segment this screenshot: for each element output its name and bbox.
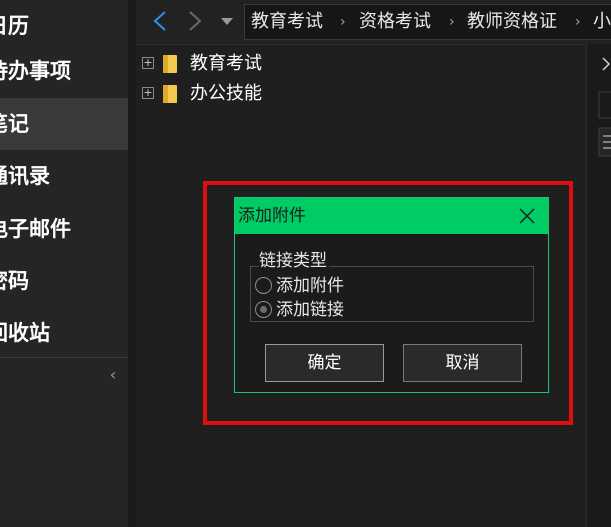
radio-button[interactable]	[255, 301, 272, 318]
sidebar-item-notes[interactable]: 笔记	[0, 98, 128, 150]
radio-label: 添加附件	[276, 276, 344, 296]
sidebar-item-passwords[interactable]: 密码	[0, 255, 128, 307]
sidebar-item-todo[interactable]: 待办事项	[0, 45, 128, 97]
arrow-right-icon	[189, 11, 202, 31]
sidebar-item-label: 笔记	[0, 112, 29, 136]
chevron-right-icon: ›	[449, 14, 455, 30]
expand-icon[interactable]: +	[142, 87, 154, 99]
navigation-bar: 教育考试 › 资格考试 › 教师资格证 › 小	[136, 0, 611, 45]
sidebar: 日历 待办事项 笔记 通讯录 电子邮件 密码 回收站 ‹	[0, 0, 128, 527]
back-button[interactable]	[148, 8, 174, 34]
breadcrumb-item[interactable]: 教育考试	[251, 5, 323, 39]
expand-icon[interactable]: +	[142, 57, 154, 69]
sidebar-item-label: 电子邮件	[0, 217, 71, 241]
link-type-group-label: 链接类型	[259, 250, 329, 272]
sidebar-item-email[interactable]: 电子邮件	[0, 203, 128, 255]
close-icon	[519, 208, 535, 224]
breadcrumb-item[interactable]: 教师资格证	[467, 5, 557, 39]
radio-selected-dot	[260, 306, 267, 313]
sidebar-item-contacts[interactable]: 通讯录	[0, 150, 128, 202]
tree-item-label: 办公技能	[190, 83, 262, 104]
sidebar-divider	[0, 357, 128, 358]
caret-down-icon	[221, 18, 233, 25]
sidebar-item-label: 密码	[0, 269, 29, 293]
breadcrumb-item[interactable]: 资格考试	[359, 5, 431, 39]
sidebar-collapse-button[interactable]: ‹	[98, 360, 128, 390]
chevron-left-icon: ‹	[109, 365, 117, 384]
sidebar-item-recycle-bin[interactable]: 回收站	[0, 307, 128, 359]
add-attachment-dialog: 添加附件 链接类型 添加附件 添加链接 确定 取消	[234, 197, 549, 393]
chevron-right-icon: ›	[575, 14, 581, 30]
app-window: 日历 待办事项 笔记 通讯录 电子邮件 密码 回收站 ‹	[0, 0, 611, 527]
sidebar-item-label: 通讯录	[0, 164, 50, 188]
cancel-button[interactable]: 取消	[403, 344, 522, 382]
dialog-close-button[interactable]	[516, 205, 538, 227]
forward-button[interactable]	[182, 8, 208, 34]
breadcrumb: 教育考试 › 资格考试 › 教师资格证 › 小	[244, 4, 611, 40]
radio-label: 添加链接	[276, 300, 344, 320]
panel-divider[interactable]	[128, 0, 136, 527]
radio-button[interactable]	[255, 277, 272, 294]
right-pane-controls	[598, 57, 611, 157]
ok-button[interactable]: 确定	[265, 344, 384, 382]
folder-icon	[163, 55, 177, 73]
sidebar-item-label: 回收站	[0, 321, 50, 345]
dialog-titlebar[interactable]: 添加附件	[235, 198, 548, 234]
right-pane	[586, 44, 611, 527]
breadcrumb-item[interactable]: 小	[593, 5, 611, 39]
history-dropdown-button[interactable]	[214, 8, 240, 34]
folder-icon	[163, 85, 177, 103]
sidebar-item-label: 待办事项	[0, 59, 71, 83]
dialog-title: 添加附件	[238, 206, 306, 226]
arrow-left-icon	[153, 11, 166, 31]
tree-item-label: 教育考试	[190, 53, 262, 74]
chevron-right-icon: ›	[340, 14, 346, 30]
